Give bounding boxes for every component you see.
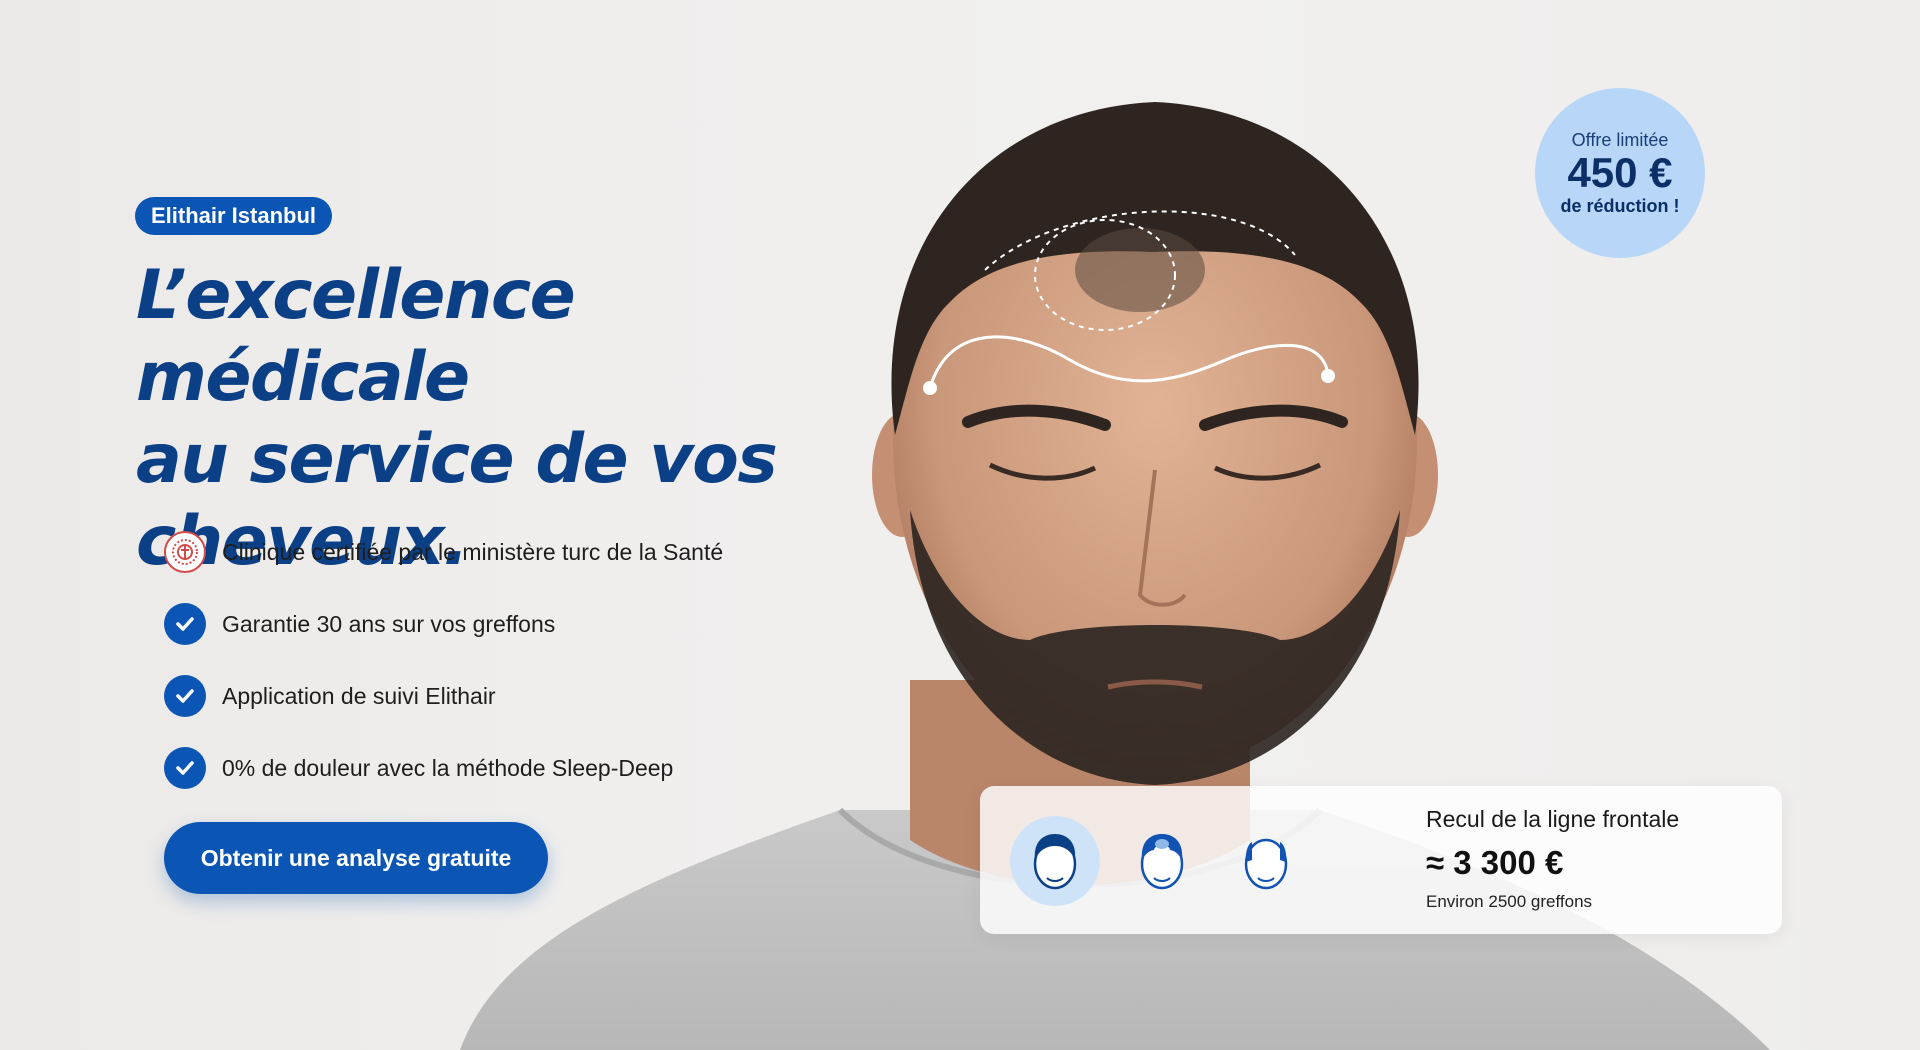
check-icon [164, 747, 206, 789]
promo-label: Offre limitée [1571, 130, 1669, 150]
limited-offer-badge: Offre limitée 450 € de réduction ! [1535, 88, 1705, 258]
feature-text: Application de suivi Elithair [222, 682, 496, 709]
feature-text: Garantie 30 ans sur vos greffons [222, 610, 556, 637]
ministry-seal-icon [164, 531, 206, 573]
promo-subtitle: de réduction ! [1560, 196, 1680, 216]
price-estimate-card: Recul de la ligne frontale ≈ 3 300 € Env… [980, 786, 1782, 934]
feature-list: Clinique certifiée par le ministère turc… [164, 530, 723, 818]
full-hair-head-icon[interactable] [1010, 816, 1100, 906]
feature-text: 0% de douleur avec la méthode Sleep-Deep [222, 754, 674, 781]
feature-item-guarantee: Garantie 30 ans sur vos greffons [164, 602, 723, 646]
hero-section: Elithair Istanbul L’excellence médicale … [0, 0, 1920, 1050]
advanced-baldness-head-icon[interactable] [1221, 816, 1311, 906]
feature-item-painless: 0% de douleur avec la méthode Sleep-Deep [164, 746, 723, 790]
free-analysis-button[interactable]: Obtenir une analyse gratuite [164, 822, 548, 894]
feature-item-certification: Clinique certifiée par le ministère turc… [164, 530, 723, 574]
check-icon [164, 675, 206, 717]
clinic-badge: Elithair Istanbul [135, 197, 333, 235]
headline-line-1: L’excellence médicale [136, 256, 576, 417]
feature-item-app: Application de suivi Elithair [164, 674, 723, 718]
crown-thinning-head-icon[interactable] [1117, 816, 1207, 906]
promo-amount: 450 € [1567, 149, 1673, 196]
feature-text: Clinique certifiée par le ministère turc… [222, 538, 724, 565]
hair-loss-type-title: Recul de la ligne frontale [1426, 806, 1680, 832]
graft-count: Environ 2500 greffons [1426, 892, 1593, 911]
estimated-price: ≈ 3 300 € [1426, 844, 1564, 881]
headline-line-2: au service de vos [136, 420, 778, 499]
check-icon [164, 603, 206, 645]
